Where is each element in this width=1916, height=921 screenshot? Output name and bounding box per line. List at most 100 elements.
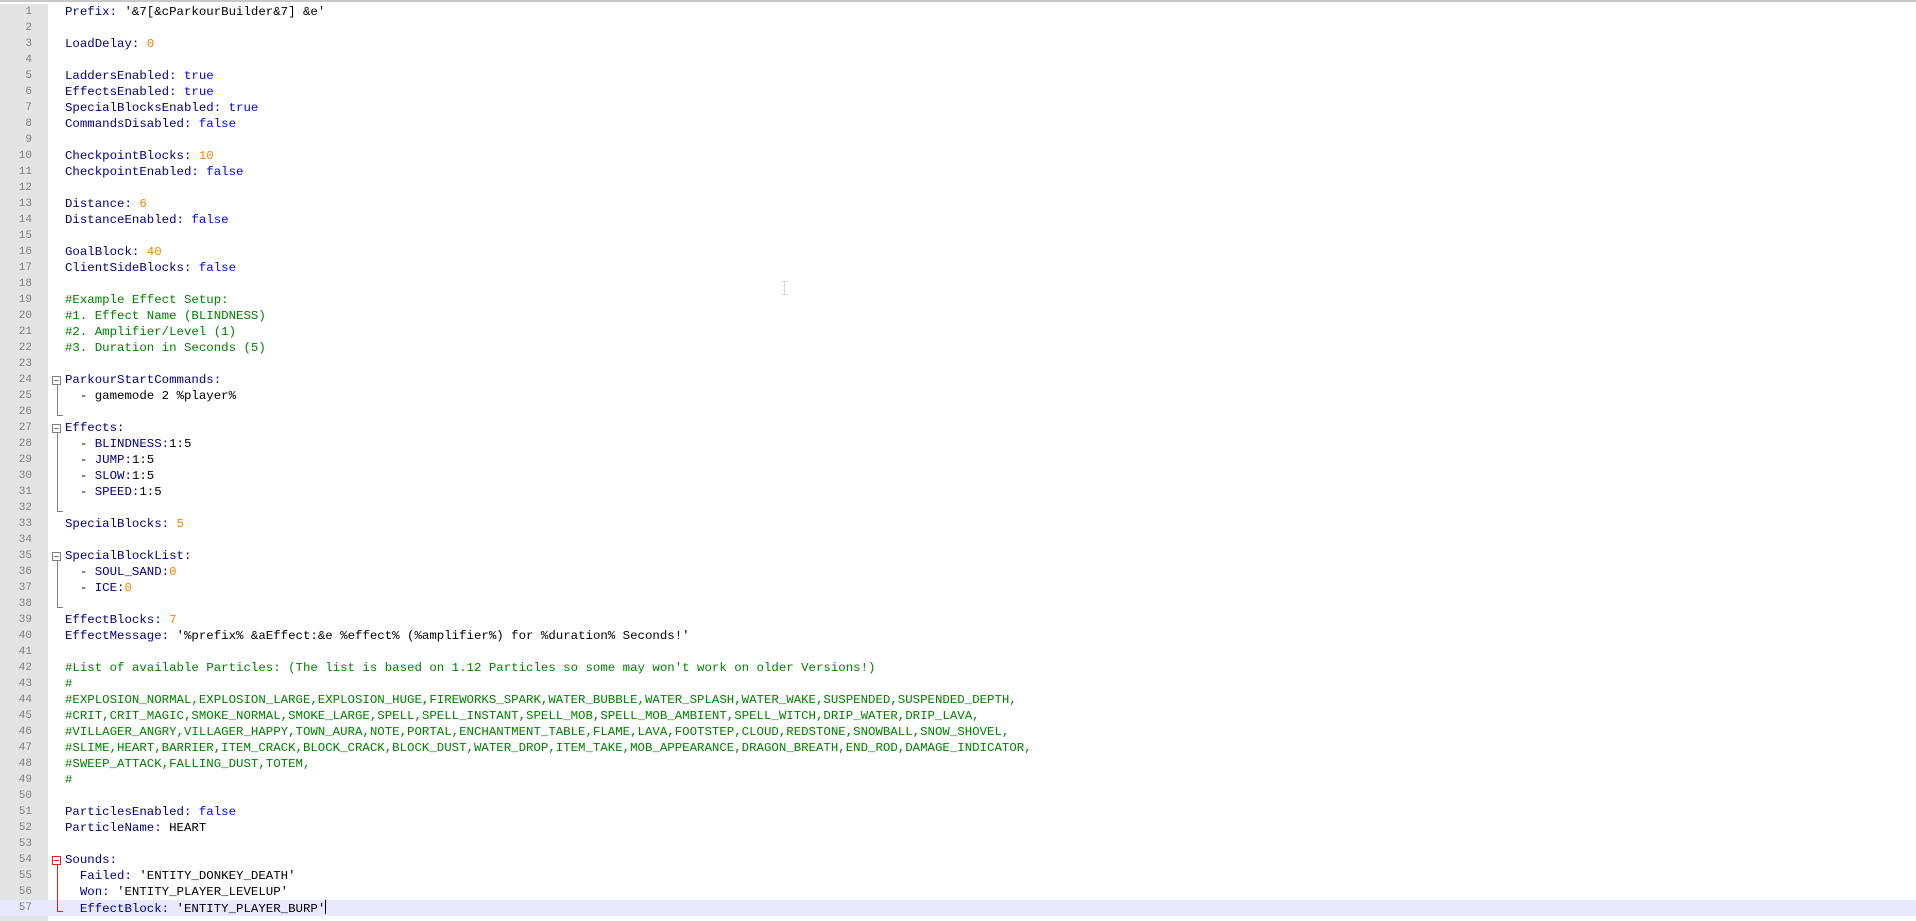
code-token: DistanceEnabled: (65, 213, 192, 227)
code-token: #List of available Particles: (The list … (65, 661, 876, 675)
code-line[interactable]: 5 LaddersEnabled: true (0, 68, 1916, 84)
code-line[interactable]: 9 (0, 132, 1916, 148)
code-text: #CRIT,CRIT_MAGIC,SMOKE_NORMAL,SMOKE_LARG… (65, 708, 980, 724)
code-line[interactable]: 6 EffectsEnabled: true (0, 84, 1916, 100)
code-line[interactable]: 41 (0, 644, 1916, 660)
code-line[interactable]: 27 Effects: (0, 420, 1916, 436)
fold-collapse-icon[interactable] (49, 372, 63, 388)
code-line[interactable]: 11 CheckpointEnabled: false (0, 164, 1916, 180)
code-line[interactable]: 38 (0, 596, 1916, 612)
code-token: '%prefix% &aEffect:&e %effect% (%amplifi… (176, 629, 690, 643)
code-line[interactable]: 12 (0, 180, 1916, 196)
code-token: 7 (169, 613, 177, 627)
code-line[interactable]: 20 #1. Effect Name (BLINDNESS) (0, 308, 1916, 324)
code-line[interactable]: 14 DistanceEnabled: false (0, 212, 1916, 228)
code-line[interactable]: 42 #List of available Particles: (The lis… (0, 660, 1916, 676)
code-token: EffectsEnabled: (65, 85, 184, 99)
code-line[interactable]: 3 LoadDelay: 0 (0, 36, 1916, 52)
code-line[interactable]: 49 # (0, 772, 1916, 788)
code-line[interactable]: 31 - SPEED:1:5 (0, 484, 1916, 500)
code-line[interactable]: 48 #SWEEP_ATTACK,FALLING_DUST,TOTEM, (0, 756, 1916, 772)
code-line[interactable]: 52 ParticleName: HEART (0, 820, 1916, 836)
code-line[interactable]: 37 - ICE:0 (0, 580, 1916, 596)
code-line[interactable]: 45 #CRIT,CRIT_MAGIC,SMOKE_NORMAL,SMOKE_LA… (0, 708, 1916, 724)
code-line[interactable]: 24 ParkourStartCommands: (0, 372, 1916, 388)
line-number: 13 (18, 198, 32, 210)
code-token: 1:5 (131, 453, 155, 467)
code-line[interactable]: 18 (0, 276, 1916, 292)
code-line[interactable]: 15 (0, 228, 1916, 244)
code-line[interactable]: 19 #Example Effect Setup: (0, 292, 1916, 308)
code-token: LaddersEnabled: (65, 69, 184, 83)
code-line[interactable]: 43 # (0, 676, 1916, 692)
fold-collapse-icon[interactable] (49, 548, 63, 564)
code-line[interactable]: 40 EffectMessage: '%prefix% &aEffect:&e %… (0, 628, 1916, 644)
fold-collapse-icon[interactable] (49, 852, 63, 868)
fold-end-marker (49, 596, 63, 612)
code-line[interactable]: 22 #3. Duration in Seconds (5) (0, 340, 1916, 356)
code-text: GoalBlock: 40 (65, 244, 162, 260)
line-number: 18 (18, 278, 32, 290)
code-line[interactable]: 28 - BLINDNESS:1:5 (0, 436, 1916, 452)
code-line[interactable]: 4 (0, 52, 1916, 68)
line-number: 42 (18, 662, 32, 674)
code-line[interactable]: 51 ParticlesEnabled: false (0, 804, 1916, 820)
code-line[interactable]: 46 #VILLAGER_ANGRY,VILLAGER_HAPPY,TOWN_AU… (0, 724, 1916, 740)
code-line[interactable]: 2 (0, 20, 1916, 36)
code-line[interactable]: 36 - SOUL_SAND:0 (0, 564, 1916, 580)
code-line[interactable]: 33 SpecialBlocks: 5 (0, 516, 1916, 532)
code-line[interactable]: 54 Sounds: (0, 852, 1916, 868)
code-line[interactable]: 50 (0, 788, 1916, 804)
code-line[interactable]: 39 EffectBlocks: 7 (0, 612, 1916, 628)
code-line[interactable]: 16 GoalBlock: 40 (0, 244, 1916, 260)
code-line[interactable]: 17 ClientSideBlocks: false (0, 260, 1916, 276)
code-line[interactable]: 7 SpecialBlocksEnabled: true (0, 100, 1916, 116)
code-line[interactable]: 13 Distance: 6 (0, 196, 1916, 212)
code-token: Won: (79, 885, 118, 899)
code-line[interactable]: 47 #SLIME,HEART,BARRIER,ITEM_CRACK,BLOCK_… (0, 740, 1916, 756)
code-line[interactable]: 55 Failed: 'ENTITY_DONKEY_DEATH' (0, 868, 1916, 884)
code-text: SpecialBlocks: 5 (65, 516, 184, 532)
code-editor[interactable]: 1 Prefix: '&7[&cParkourBuilder&7] &e' 2 3 Lo… (0, 0, 1916, 921)
code-line[interactable]: 25 - gamemode 2 %player% (0, 388, 1916, 404)
code-line[interactable]: 29 - JUMP:1:5 (0, 452, 1916, 468)
code-line[interactable]: 1 Prefix: '&7[&cParkourBuilder&7] &e' (0, 4, 1916, 20)
line-number: 15 (18, 230, 32, 242)
code-line[interactable]: 8 CommandsDisabled: false (0, 116, 1916, 132)
code-line[interactable]: 35 SpecialBlockList: (0, 548, 1916, 564)
code-text: ParkourStartCommands: (65, 372, 221, 388)
code-token: '&7[&cParkourBuilder&7] &e' (124, 5, 326, 19)
code-text: EffectMessage: '%prefix% &aEffect:&e %ef… (65, 628, 690, 644)
code-token: 'ENTITY_DONKEY_DEATH' (139, 869, 296, 883)
code-lines[interactable]: 1 Prefix: '&7[&cParkourBuilder&7] &e' 2 3 Lo… (0, 4, 1916, 916)
code-token: Prefix: (65, 5, 125, 19)
code-line[interactable]: 23 (0, 356, 1916, 372)
code-text: - BLINDNESS:1:5 (65, 436, 192, 452)
line-number: 20 (18, 310, 32, 322)
code-line[interactable]: 10 CheckpointBlocks: 10 (0, 148, 1916, 164)
code-text: - SOUL_SAND:0 (65, 564, 177, 580)
code-token: #VILLAGER_ANGRY,VILLAGER_HAPPY,TOWN_AURA… (65, 725, 1010, 739)
code-token: #SWEEP_ATTACK,FALLING_DUST,TOTEM, (65, 757, 311, 771)
code-line[interactable]: 30 - SLOW:1:5 (0, 468, 1916, 484)
line-number: 38 (18, 598, 32, 610)
code-token: 1:5 (169, 437, 192, 451)
code-line[interactable]: 21 #2. Amplifier/Level (1) (0, 324, 1916, 340)
fold-collapse-icon[interactable] (49, 420, 63, 436)
code-line[interactable]: 56 Won: 'ENTITY_PLAYER_LEVELUP' (0, 884, 1916, 900)
code-text: #VILLAGER_ANGRY,VILLAGER_HAPPY,TOWN_AURA… (65, 724, 1009, 740)
code-line[interactable]: 26 (0, 404, 1916, 420)
fold-guide-line (49, 468, 63, 484)
code-line[interactable]: 44 #EXPLOSION_NORMAL,EXPLOSION_LARGE,EXPL… (0, 692, 1916, 708)
code-text: Sounds: (65, 852, 117, 868)
code-line[interactable]: 34 (0, 532, 1916, 548)
code-line[interactable]: 53 (0, 836, 1916, 852)
line-number: 3 (25, 38, 32, 50)
line-number: 22 (18, 342, 32, 354)
code-token: ParticleName: (65, 821, 170, 835)
code-text: LaddersEnabled: true (65, 68, 214, 84)
line-number: 17 (18, 262, 32, 274)
line-number: 9 (25, 134, 32, 146)
code-line[interactable]: 57 EffectBlock: 'ENTITY_PLAYER_BURP' (0, 900, 1916, 916)
code-line[interactable]: 32 (0, 500, 1916, 516)
